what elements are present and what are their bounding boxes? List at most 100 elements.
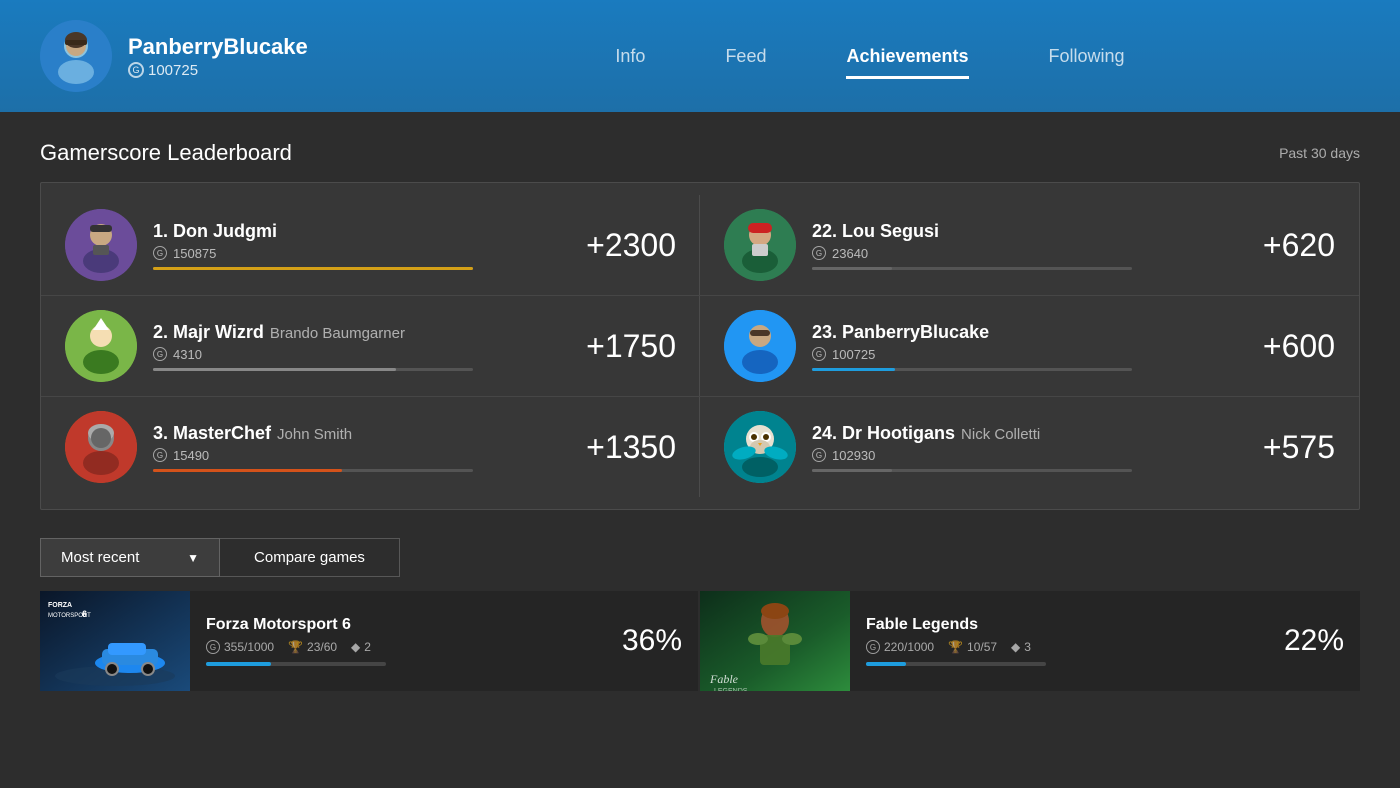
diamond-icon: ◆ bbox=[351, 640, 360, 654]
leaderboard-info: 23. PanberryBlucake G 100725 bbox=[812, 322, 1247, 371]
avatar bbox=[65, 411, 137, 483]
games-section: Most recent ▼ Compare games bbox=[40, 538, 1360, 693]
lb-progress-fill bbox=[812, 267, 892, 270]
leaderboard-grid: 1. Don Judgmi G 150875 +2300 bbox=[41, 195, 1359, 497]
leaderboard-info: 2. Majr Wizrd Brando Baumgarner G 4310 bbox=[153, 322, 570, 371]
lb-delta: +2300 bbox=[586, 227, 676, 264]
gs-icon: G bbox=[812, 246, 826, 260]
game-progress-bg bbox=[206, 662, 386, 666]
lb-progress-bg bbox=[812, 469, 1132, 472]
game-title: Fable Legends bbox=[866, 616, 1252, 634]
game-progress-bg bbox=[866, 662, 1046, 666]
lb-progress-bg bbox=[153, 267, 473, 270]
lb-delta: +620 bbox=[1263, 227, 1335, 264]
lb-delta: +600 bbox=[1263, 328, 1335, 365]
lb-rank: 1. Don Judgmi bbox=[153, 221, 277, 242]
game-progress-fill bbox=[866, 662, 906, 666]
lb-delta: +575 bbox=[1263, 429, 1335, 466]
sort-label: Most recent bbox=[61, 549, 139, 566]
lb-rank: 3. MasterChef bbox=[153, 423, 271, 444]
nav-feed[interactable]: Feed bbox=[725, 38, 766, 75]
lb-progress-bg bbox=[812, 267, 1132, 270]
svg-text:FORZA: FORZA bbox=[48, 602, 72, 609]
lb-score: 100725 bbox=[832, 347, 875, 362]
lb-score: 23640 bbox=[832, 246, 868, 261]
diamond-stat: ◆ 2 bbox=[351, 640, 371, 654]
lb-progress-bg bbox=[153, 368, 473, 371]
trophy-icon: 🏆 bbox=[948, 640, 963, 654]
lb-progress-fill bbox=[153, 368, 396, 371]
table-row[interactable]: 2. Majr Wizrd Brando Baumgarner G 4310 +… bbox=[41, 296, 700, 397]
header-nav: Info Feed Achievements Following bbox=[380, 38, 1360, 75]
diamond-stat: ◆ 3 bbox=[1011, 640, 1031, 654]
nav-info[interactable]: Info bbox=[615, 38, 645, 75]
lb-rank: 22. Lou Segusi bbox=[812, 221, 939, 242]
gs-icon: G bbox=[153, 448, 167, 462]
lb-progress-fill bbox=[153, 267, 473, 270]
gs-icon: G bbox=[153, 246, 167, 260]
main-content: Gamerscore Leaderboard Past 30 days bbox=[0, 112, 1400, 721]
lb-score: 102930 bbox=[832, 448, 875, 463]
compare-games-button[interactable]: Compare games bbox=[220, 538, 400, 577]
game-thumbnail: Fable LEGENDS bbox=[700, 591, 850, 691]
chevron-down-icon: ▼ bbox=[187, 551, 199, 565]
game-thumbnail: FORZA MOTORSPORT 6 bbox=[40, 591, 190, 691]
gamerscore-stat: G 355/1000 bbox=[206, 640, 274, 654]
lb-score: 15490 bbox=[173, 448, 209, 463]
trophy-stat: 🏆 23/60 bbox=[288, 640, 337, 654]
table-row[interactable]: 22. Lou Segusi G 23640 +620 bbox=[700, 195, 1359, 296]
gs-icon: G bbox=[866, 640, 880, 654]
leaderboard-info: 22. Lou Segusi G 23640 bbox=[812, 221, 1247, 270]
header-gamerscore: G 100725 bbox=[128, 62, 308, 79]
avatar bbox=[724, 310, 796, 382]
table-row[interactable]: 3. MasterChef John Smith G 15490 +1350 bbox=[41, 397, 700, 497]
game-stats: G 220/1000 🏆 10/57 ◆ 3 bbox=[866, 640, 1252, 654]
gs-icon: G bbox=[812, 347, 826, 361]
lb-rank: 23. PanberryBlucake bbox=[812, 322, 989, 343]
nav-following[interactable]: Following bbox=[1049, 38, 1125, 75]
sort-dropdown[interactable]: Most recent ▼ bbox=[40, 538, 220, 577]
table-row[interactable]: 23. PanberryBlucake G 100725 +600 bbox=[700, 296, 1359, 397]
lb-progress-fill bbox=[812, 469, 892, 472]
game-stats: G 355/1000 🏆 23/60 ◆ 2 bbox=[206, 640, 590, 654]
trophy-icon: 🏆 bbox=[288, 640, 303, 654]
table-row[interactable]: 1. Don Judgmi G 150875 +2300 bbox=[41, 195, 700, 296]
lb-progress-bg bbox=[153, 469, 473, 472]
svg-text:6: 6 bbox=[82, 609, 87, 619]
gamerscore-stat: G 220/1000 bbox=[866, 640, 934, 654]
leaderboard-info: 24. Dr Hootigans Nick Colletti G 102930 bbox=[812, 423, 1247, 472]
leaderboard-title: Gamerscore Leaderboard bbox=[40, 140, 292, 166]
nav-achievements[interactable]: Achievements bbox=[846, 38, 968, 75]
list-item[interactable]: Fable LEGENDS Fable Legends G 220/1000 🏆… bbox=[700, 591, 1360, 691]
lb-progress-fill bbox=[153, 469, 342, 472]
header-user: PanberryBlucake G 100725 bbox=[40, 20, 380, 92]
header-user-info: PanberryBlucake G 100725 bbox=[128, 34, 308, 79]
avatar bbox=[724, 209, 796, 281]
diamond-icon: ◆ bbox=[1011, 640, 1020, 654]
avatar bbox=[65, 310, 137, 382]
lb-progress-fill bbox=[812, 368, 895, 371]
lb-real-name: Nick Colletti bbox=[961, 426, 1040, 443]
games-controls: Most recent ▼ Compare games bbox=[40, 538, 1360, 577]
trophy-stat: 🏆 10/57 bbox=[948, 640, 997, 654]
game-info: Fable Legends G 220/1000 🏆 10/57 ◆ 3 bbox=[850, 604, 1268, 678]
lb-score: 4310 bbox=[173, 347, 202, 362]
svg-text:LEGENDS: LEGENDS bbox=[714, 688, 748, 691]
game-percent: 36% bbox=[606, 624, 698, 658]
game-progress-fill bbox=[206, 662, 271, 666]
list-item[interactable]: FORZA MOTORSPORT 6 Forza Motorsport 6 G … bbox=[40, 591, 698, 691]
gs-icon: G bbox=[206, 640, 220, 654]
lb-real-name: John Smith bbox=[277, 426, 352, 443]
lb-delta: +1350 bbox=[586, 429, 676, 466]
game-info: Forza Motorsport 6 G 355/1000 🏆 23/60 ◆ bbox=[190, 604, 606, 678]
lb-delta: +1750 bbox=[586, 328, 676, 365]
table-row[interactable]: 24. Dr Hootigans Nick Colletti G 102930 … bbox=[700, 397, 1359, 497]
gs-icon: G bbox=[812, 448, 826, 462]
avatar bbox=[40, 20, 112, 92]
lb-progress-bg bbox=[812, 368, 1132, 371]
game-title: Forza Motorsport 6 bbox=[206, 616, 590, 634]
svg-text:Fable: Fable bbox=[709, 672, 739, 686]
gamerscore-icon: G bbox=[128, 62, 144, 78]
lb-score: 150875 bbox=[173, 246, 216, 261]
game-percent: 22% bbox=[1268, 624, 1360, 658]
